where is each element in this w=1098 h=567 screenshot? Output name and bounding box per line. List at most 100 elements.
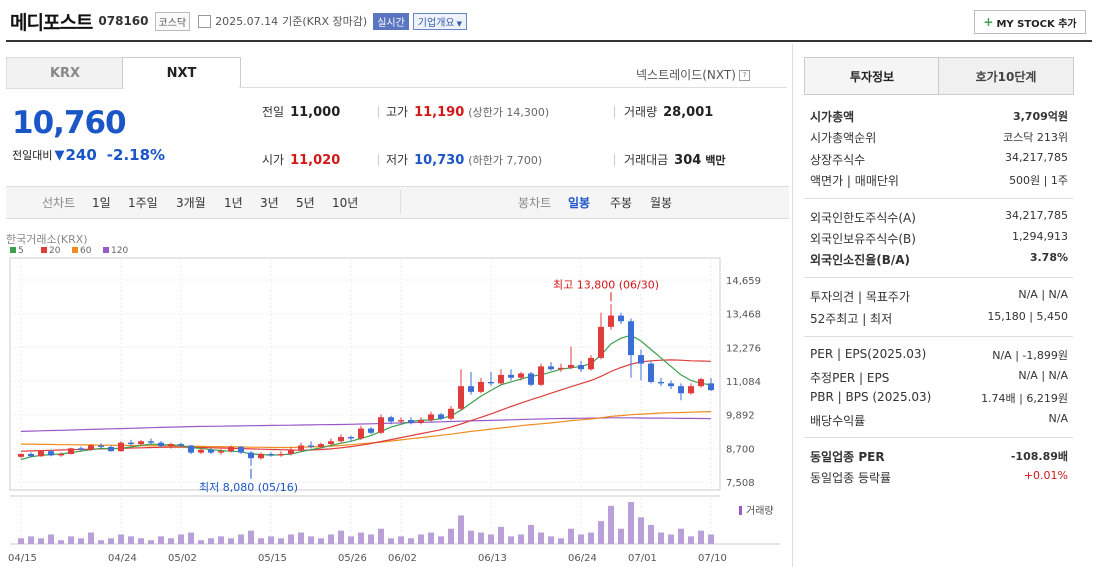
info-value: 1.74배 | 6,219원 (981, 392, 1068, 405)
stock-header: 메디포스트 078160 코스닥 2025.07.14 기준(KRX 장마감) … (10, 4, 1090, 38)
candle (28, 453, 34, 457)
period-10y[interactable]: 10년 (332, 194, 358, 211)
info-label: 52주최고 | 최저 (810, 312, 893, 326)
candle (338, 437, 344, 442)
volume-bar (548, 536, 554, 544)
candle (468, 386, 474, 392)
volume-bar (648, 524, 654, 544)
amount-value: 304 (674, 153, 702, 168)
period-3y[interactable]: 3년 (260, 194, 279, 211)
legend-swatch-ma5 (10, 247, 16, 253)
x-tick-label: 07/01 (628, 553, 657, 564)
high-value: 11,190 (414, 105, 465, 120)
candle (268, 453, 274, 456)
candle (308, 445, 314, 447)
volume-bar (258, 538, 264, 544)
current-price: 10,760 (12, 105, 127, 141)
info-value: N/A (1048, 412, 1068, 425)
x-tick-label: 04/24 (108, 553, 137, 564)
my-stock-add-button[interactable]: + MY STOCK 추가 (974, 10, 1086, 34)
candle (128, 442, 134, 445)
volume-bar (428, 532, 434, 544)
candle (408, 420, 414, 423)
divider (378, 106, 379, 118)
candle (68, 448, 74, 454)
candle (488, 381, 494, 384)
info-row: 시가총액 3,709억원 (810, 108, 1068, 125)
info-label: 동일업종 PER (810, 450, 885, 464)
info-row: 배당수익률 N/A (810, 412, 1068, 429)
info-label: 추정PER | EPS (810, 371, 890, 385)
candle-daily[interactable]: 일봉 (568, 194, 590, 211)
candle (118, 442, 124, 452)
info-label: 배당수익률 (810, 414, 866, 428)
info-row: 동일업종 PER -108.89배 (810, 448, 1068, 465)
info-value: 3,709억원 (1012, 110, 1068, 123)
volume-bar (538, 532, 544, 544)
period-3m[interactable]: 3개월 (176, 194, 206, 211)
price-chart[interactable]: 한국거래소(KRX) 5 20 60 120 14,659 13,468 12,276 11… (6, 228, 789, 567)
candle (698, 379, 704, 387)
volume-bar (218, 536, 224, 544)
nxt-label: 넥스트레이드(NXT)? (636, 66, 750, 83)
y-tick-label: 7,508 (726, 478, 755, 489)
period-1y[interactable]: 1년 (224, 194, 243, 211)
candle (568, 364, 574, 368)
x-tick-label: 07/10 (698, 553, 727, 564)
y-tick-label: 11,084 (726, 377, 761, 388)
company-overview-dropdown[interactable]: 기업개요 ▼ (412, 12, 467, 30)
candle-monthly[interactable]: 월봉 (650, 194, 672, 211)
volume-bar (658, 532, 664, 544)
period-5y[interactable]: 5년 (296, 194, 315, 211)
volume-bar (18, 538, 24, 544)
company-overview-label: 기업개요 (417, 17, 455, 29)
period-1d[interactable]: 1일 (92, 194, 111, 211)
volume-bar (628, 502, 634, 544)
volume-bar (588, 532, 594, 544)
info-row: 동일업종 등락률 +0.01% (810, 469, 1068, 486)
info-label: 외국인소진율(B/A) (810, 253, 911, 267)
volume-bar (308, 536, 314, 544)
amount-label: 거래대금 (624, 153, 669, 167)
x-tick-label: 05/26 (338, 553, 367, 564)
info-label: PER | EPS(2025.03) (810, 347, 927, 361)
candle (578, 364, 584, 370)
volume-bar (118, 534, 124, 544)
candle-weekly[interactable]: 주봉 (610, 194, 632, 211)
tab-nxt[interactable]: NXT (122, 57, 241, 88)
open-price: 시가 11,020 (262, 151, 340, 168)
volume-bar (338, 530, 344, 544)
candle (658, 381, 664, 384)
volume-bar (198, 540, 204, 544)
info-value: 코스닥 213위 (1003, 131, 1068, 144)
candle (18, 453, 24, 457)
help-icon[interactable]: ? (738, 70, 750, 81)
candle (708, 383, 714, 391)
chart-legend: 5 20 60 120 (10, 246, 128, 256)
tab-orderbook-10[interactable]: 호가10단계 (938, 57, 1074, 95)
volume-bar (248, 530, 254, 544)
period-1w[interactable]: 1주일 (128, 194, 158, 211)
tab-invest-info[interactable]: 투자정보 (804, 57, 940, 95)
volume-bar (88, 532, 94, 544)
realtime-button[interactable]: 실시간 (373, 12, 409, 30)
candle (238, 446, 244, 453)
low-annotation: 최저 8,080 (05/16) (199, 481, 298, 494)
candle (98, 445, 104, 447)
candle (598, 326, 604, 358)
y-tick-label: 8,700 (726, 444, 755, 455)
tab-krx[interactable]: KRX (6, 57, 124, 89)
info-row: PER | EPS(2025.03) N/A | -1,899원 (810, 347, 1068, 363)
candle (278, 453, 284, 456)
candle (328, 441, 334, 445)
lower-limit: (하한가 7,700) (468, 154, 543, 167)
prev-label: 전일 (262, 105, 285, 119)
x-tick-label: 04/15 (8, 553, 37, 564)
legend-label-ma120: 120 (111, 246, 128, 256)
open-value: 11,020 (290, 153, 341, 168)
volume-bar (508, 536, 514, 544)
volume-bar (558, 538, 564, 544)
volume-label: 거래량 (624, 105, 658, 119)
change-label: 전일대비 (12, 149, 53, 162)
volume-bar (208, 538, 214, 544)
